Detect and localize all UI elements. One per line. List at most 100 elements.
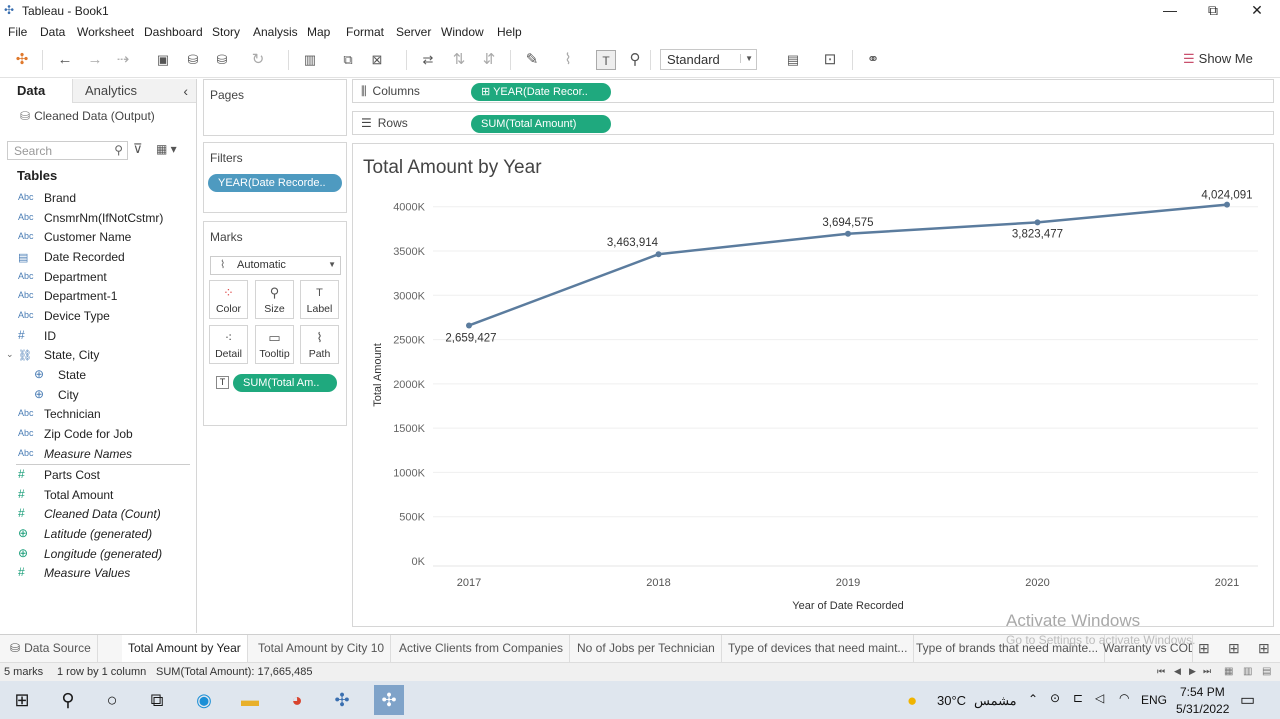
filter-icon[interactable]: ⊽ — [133, 141, 143, 157]
new-datasource-icon[interactable]: ⛁ — [183, 50, 203, 70]
group-members-icon[interactable]: ⌇ — [558, 50, 578, 70]
view-options-icon[interactable]: ▦ ▾ — [156, 142, 177, 156]
columns-shelf[interactable]: ⫼ Columns ⊞ YEAR(Date Recor.. — [352, 79, 1274, 103]
expand-chevron-icon[interactable]: ⌄ — [6, 349, 14, 360]
field-longitude[interactable]: ⊕ Longitude (generated) — [0, 546, 196, 565]
field-latitude[interactable]: ⊕ Latitude (generated) — [0, 526, 196, 545]
collapse-pane-icon[interactable]: ‹ — [183, 79, 188, 103]
sheet-sorter-icon[interactable]: ▦ — [1224, 666, 1233, 677]
data-point[interactable] — [845, 230, 851, 237]
detail-button[interactable]: ⁖ Detail — [209, 325, 248, 364]
new-worksheet-icon[interactable]: ⊞ — [1198, 640, 1210, 657]
new-dashboard-icon[interactable]: ⊞ — [1228, 640, 1240, 657]
field-parts-cost[interactable]: # Parts Cost — [0, 467, 196, 486]
field-device-type[interactable]: Abc Device Type — [0, 308, 196, 327]
field-cnsmrnm[interactable]: Abc CnsmrNm(IfNotCstmr) — [0, 210, 196, 229]
task-view-icon[interactable]: ⧉ — [145, 689, 169, 711]
field-zip-code[interactable]: Abc Zip Code for Job — [0, 426, 196, 445]
mark-type-select[interactable]: ⌇ Automatic ▼ — [210, 256, 341, 275]
tab-active-clients[interactable]: Active Clients from Companies — [393, 635, 571, 662]
filters-card[interactable]: Filters YEAR(Date Recorde.. — [203, 142, 347, 213]
field-date-recorded[interactable]: ▤ Date Recorded — [0, 249, 196, 268]
new-story-icon[interactable]: ⊞ — [1258, 640, 1270, 657]
save-icon[interactable]: ▣ — [153, 50, 173, 70]
highlight-icon[interactable]: ✎ — [522, 50, 542, 70]
network-icon[interactable]: ⊏ — [1073, 691, 1083, 705]
tab-analytics[interactable]: Analytics ‹ — [72, 79, 196, 103]
refresh-icon[interactable]: ↻ — [248, 50, 268, 70]
menu-story[interactable]: Story — [212, 25, 240, 39]
menu-help[interactable]: Help — [497, 25, 522, 39]
clear-sheet-icon[interactable]: ⊠ — [367, 50, 387, 70]
data-point[interactable] — [1224, 201, 1230, 208]
field-technician[interactable]: Abc Technician — [0, 406, 196, 425]
sheet-nav-next-icon[interactable]: ▶ — [1189, 666, 1196, 677]
sort-ascending-icon[interactable]: ⇅ — [449, 50, 469, 70]
tab-total-amount-by-city[interactable]: Total Amount by City 10 — [252, 635, 392, 662]
field-state[interactable]: ⊕ State — [0, 367, 196, 386]
field-measure-values[interactable]: # Measure Values — [0, 565, 196, 584]
volume-icon[interactable]: ◁ — [1095, 691, 1104, 705]
sheet-nav-first-icon[interactable]: ⏮ — [1157, 666, 1165, 677]
columns-pill-year[interactable]: ⊞ YEAR(Date Recor.. — [471, 83, 611, 101]
datasource-item[interactable]: ⛁ Cleaned Data (Output) — [20, 109, 155, 123]
sheet-nav-last-icon[interactable]: ⏭ — [1203, 666, 1211, 677]
tab-total-amount-by-year[interactable]: Total Amount by Year — [122, 635, 248, 662]
tooltip-button[interactable]: ▭ Tooltip — [255, 325, 294, 364]
fix-axes-icon[interactable]: ⚲ — [625, 50, 645, 70]
minimize-button[interactable]: — — [1147, 0, 1193, 22]
field-department[interactable]: Abc Department — [0, 269, 196, 288]
tab-device-types[interactable]: Type of devices that need maint... — [722, 635, 915, 662]
windows-start-icon[interactable]: ⊞ — [10, 689, 34, 711]
show-cards-icon[interactable]: ▤ — [783, 50, 803, 70]
clock-date[interactable]: 5/31/2022 — [1176, 702, 1229, 716]
menu-file[interactable]: File — [8, 25, 27, 39]
meet-now-icon[interactable]: ⊙ — [1050, 691, 1060, 705]
weather-temp[interactable]: 30°C — [937, 693, 966, 708]
menu-window[interactable]: Window — [441, 25, 484, 39]
pages-card[interactable]: Pages — [203, 79, 347, 136]
presentation-mode-icon[interactable]: ⊡ — [820, 50, 840, 70]
undo-icon[interactable]: ← — [55, 50, 75, 70]
redo-icon[interactable]: → — [85, 50, 105, 70]
filmstrip-icon[interactable]: ▥ — [1243, 666, 1252, 677]
menu-worksheet[interactable]: Worksheet — [77, 25, 134, 39]
wifi-icon[interactable]: ◠ — [1119, 691, 1129, 705]
swap-rows-columns-icon[interactable]: ⇄ — [418, 50, 438, 70]
data-point[interactable] — [466, 322, 472, 329]
duplicate-sheet-icon[interactable]: ⧉ — [338, 50, 358, 70]
notifications-icon[interactable]: ▭ — [1240, 690, 1255, 710]
path-button[interactable]: ⌇ Path — [300, 325, 339, 364]
menu-data[interactable]: Data — [40, 25, 65, 39]
menu-analysis[interactable]: Analysis — [253, 25, 298, 39]
tableau-taskbar-icon[interactable]: ✣ — [330, 689, 354, 711]
label-button[interactable]: T Label — [300, 280, 339, 319]
data-point[interactable] — [1034, 219, 1041, 226]
color-button[interactable]: ⁘ Color — [209, 280, 248, 319]
weather-text[interactable]: مشمس — [974, 693, 1017, 709]
size-button[interactable]: ⚲ Size — [255, 280, 294, 319]
edge-browser-icon[interactable]: ◉ — [192, 689, 216, 711]
field-total-amount[interactable]: # Total Amount — [0, 487, 196, 506]
line-chart[interactable]: 0K 500K 1000K 1500K 2000K 2500K 3000K 3500K 4000… — [353, 144, 1273, 626]
field-search-input[interactable]: Search ⚲ — [7, 141, 128, 160]
marks-pill-total-amount[interactable]: SUM(Total Am.. — [233, 374, 337, 392]
replay-icon[interactable]: ⇢ — [113, 50, 133, 70]
field-state-city[interactable]: ⌄ ⛓ State, City — [0, 347, 196, 366]
weather-icon[interactable]: ● — [907, 691, 917, 711]
tab-data[interactable]: Data — [0, 79, 72, 103]
sheet-nav-prev-icon[interactable]: ◀ — [1174, 666, 1181, 677]
tableau-active-taskbar-icon[interactable]: ✣ — [374, 685, 404, 715]
cortana-icon[interactable]: ○ — [100, 689, 124, 711]
rows-shelf[interactable]: ☰ Rows SUM(Total Amount) — [352, 111, 1274, 135]
sort-descending-icon[interactable]: ⇵ — [479, 50, 499, 70]
data-point[interactable] — [655, 251, 662, 258]
field-cleaned-data-count[interactable]: # Cleaned Data (Count) — [0, 506, 196, 525]
menu-dashboard[interactable]: Dashboard — [144, 25, 203, 39]
search-icon[interactable]: ⚲ — [56, 689, 80, 711]
file-explorer-icon[interactable]: ▬ — [238, 689, 262, 711]
rows-pill-total-amount[interactable]: SUM(Total Amount) — [471, 115, 611, 133]
tableau-logo-icon[interactable]: ✣ — [12, 50, 32, 70]
field-measure-names[interactable]: Abc Measure Names — [0, 446, 196, 465]
menu-server[interactable]: Server — [396, 25, 431, 39]
